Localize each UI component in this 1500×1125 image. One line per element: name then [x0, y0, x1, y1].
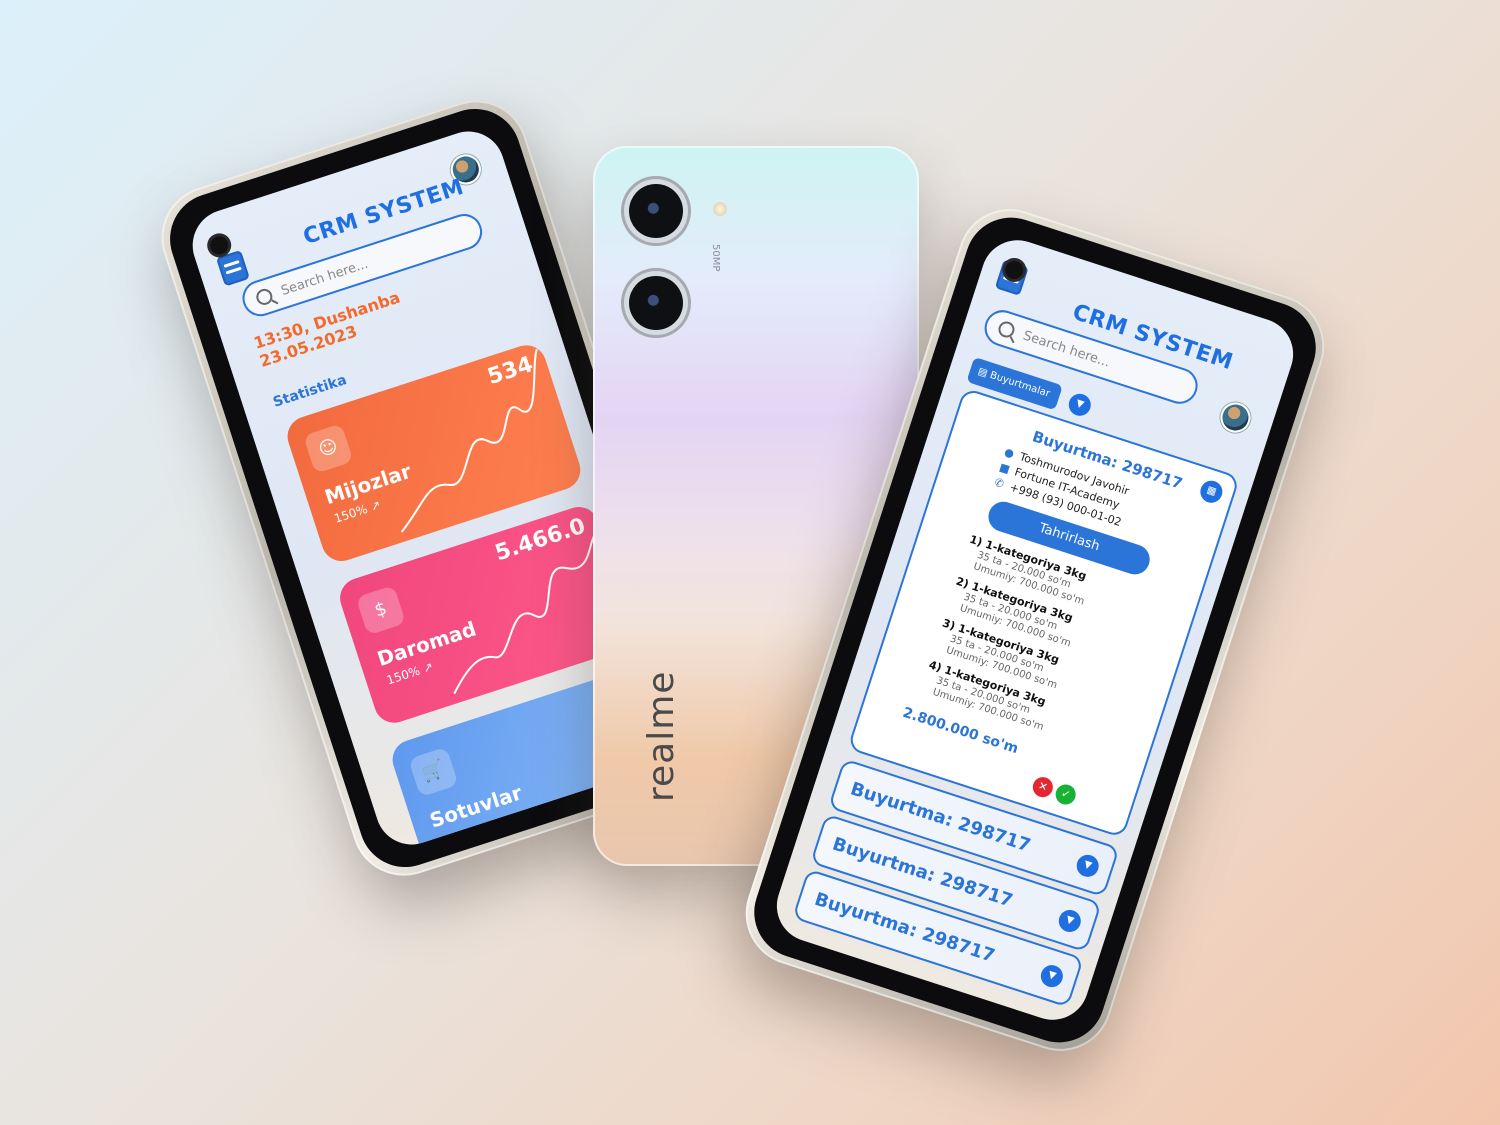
reject-button[interactable]: ✕ — [1030, 774, 1056, 800]
search-icon — [996, 319, 1017, 340]
expand-chevron-icon[interactable]: ▼ — [1073, 851, 1102, 880]
flash-icon — [713, 202, 727, 216]
accept-button[interactable]: ✓ — [1053, 781, 1079, 808]
orders-tab-label: Buyurtmalar — [988, 369, 1052, 400]
calendar-icon[interactable]: ▦ — [1197, 477, 1226, 506]
menu-logo-icon[interactable] — [215, 249, 250, 287]
expand-chevron-icon[interactable]: ▼ — [1055, 907, 1084, 935]
search-icon — [254, 286, 275, 308]
search-placeholder: Search here... — [279, 256, 371, 299]
camera-text: 50MP — [710, 244, 721, 272]
expand-chevron-icon[interactable]: ▼ — [1037, 962, 1066, 991]
phone-icon: ✆ — [992, 475, 1006, 491]
building-icon: ■ — [997, 460, 1012, 477]
camera-lens-bottom — [621, 268, 691, 338]
tab-dropdown-button[interactable]: ▼ — [1065, 390, 1094, 419]
camera-lens-top — [621, 176, 691, 246]
search-placeholder: Search here... — [1021, 328, 1112, 371]
order-card-expanded[interactable]: Buyurtma: 298717 ▦ ● Toshmurodov Javohir… — [847, 387, 1241, 839]
user-icon: ● — [1002, 445, 1016, 461]
realme-logo: realme — [641, 670, 682, 802]
avatar[interactable] — [1216, 398, 1255, 437]
